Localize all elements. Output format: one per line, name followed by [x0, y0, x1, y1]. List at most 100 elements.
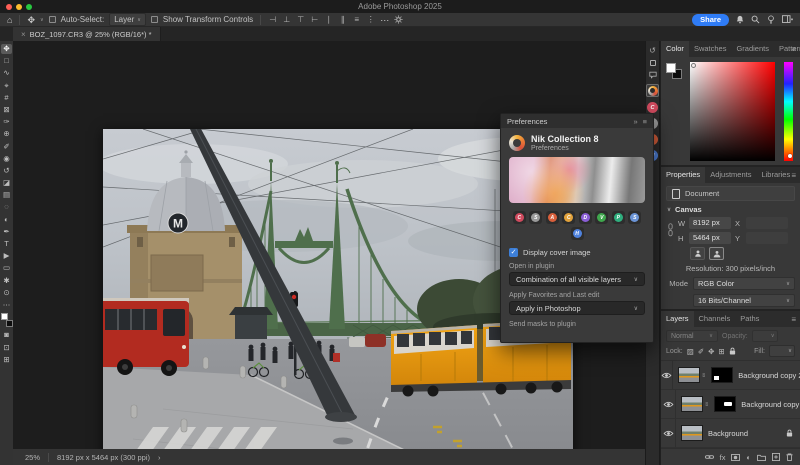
minimize-window-button[interactable] — [16, 4, 22, 10]
lock-artboard-icon[interactable]: ⊞ — [718, 347, 724, 356]
blend-mode-dropdown[interactable]: Normal ∨ — [666, 330, 718, 342]
silver-efex-icon[interactable]: S — [529, 211, 542, 224]
y-field[interactable] — [746, 232, 788, 244]
clone-stamp-tool[interactable]: ◉ — [1, 154, 12, 164]
layer-mask-thumbnail[interactable] — [711, 367, 733, 383]
align-right-icon[interactable]: ⊢ — [310, 15, 319, 24]
x-field[interactable] — [746, 217, 788, 229]
spot-healing-tool[interactable]: ⊕ — [1, 129, 12, 139]
distribute-horizontal-icon[interactable]: ∥ — [338, 15, 347, 24]
pen-tool[interactable]: ✒ — [1, 227, 12, 237]
close-icon[interactable]: × — [21, 30, 26, 39]
gradient-tool[interactable]: ▤ — [1, 190, 12, 200]
close-window-button[interactable] — [6, 4, 12, 10]
foreground-color-swatch[interactable] — [1, 313, 8, 320]
mask-link-icon[interactable]: ∞ — [703, 402, 709, 406]
panel-menu-icon[interactable]: ≡ — [791, 45, 796, 54]
lock-position-icon[interactable]: ✥ — [708, 347, 714, 356]
layer-name[interactable]: Background copy 2 — [738, 371, 800, 380]
distribute-vertical-icon[interactable]: ∣ — [324, 15, 333, 24]
eraser-tool[interactable]: ◪ — [1, 178, 12, 188]
object-selection-tool[interactable]: ⌖ — [1, 81, 12, 91]
bit-depth-dropdown[interactable]: 16 Bits/Channel ∨ — [693, 294, 795, 307]
auto-select-checkbox[interactable] — [49, 16, 56, 23]
color-mode-dropdown[interactable]: RGB Color ∨ — [693, 277, 795, 290]
tab-color[interactable]: Color — [661, 41, 689, 57]
notifications-bell-icon[interactable] — [736, 15, 744, 24]
libraries-icon[interactable] — [650, 60, 656, 66]
link-layers-icon[interactable] — [705, 454, 714, 460]
layer-thumbnail[interactable] — [681, 425, 703, 441]
panel-menu-icon[interactable]: ≡ — [791, 171, 796, 180]
sharpener-icon[interactable]: S — [628, 211, 641, 224]
zoom-level-field[interactable]: 25% — [25, 453, 40, 462]
color-picker-marker[interactable] — [691, 63, 696, 68]
color-panel-swatches[interactable] — [666, 63, 682, 79]
layer-effects-icon[interactable]: fx — [720, 453, 726, 462]
dfine-icon[interactable]: D — [579, 211, 592, 224]
blur-tool[interactable]: ◌ — [1, 202, 12, 212]
foreground-background-swatches[interactable] — [1, 313, 13, 327]
discover-lightbulb-icon[interactable] — [767, 15, 775, 24]
display-cover-checkbox[interactable]: ✓ — [509, 248, 518, 257]
share-button[interactable]: Share — [692, 14, 729, 26]
search-icon[interactable] — [751, 15, 760, 24]
more-tools-icon[interactable]: ⋯ — [1, 300, 12, 310]
history-brush-tool[interactable]: ↺ — [1, 166, 12, 176]
status-chevron-icon[interactable]: › — [158, 453, 161, 462]
history-icon[interactable]: ↺ — [649, 46, 656, 55]
hue-slider-handle[interactable] — [788, 154, 792, 158]
layer-row-background-copy[interactable]: ∞ Background copy — [661, 390, 800, 419]
saturation-brightness-picker[interactable] — [690, 62, 775, 161]
lock-all-icon[interactable] — [729, 347, 736, 355]
tab-swatches[interactable]: Swatches — [689, 41, 732, 57]
panel-menu-icon[interactable]: ≡ — [791, 315, 796, 324]
hdr-efex-icon[interactable]: H — [571, 227, 584, 240]
tab-libraries[interactable]: Libraries — [756, 167, 795, 183]
panel-menu-icon[interactable]: ≡ — [643, 117, 647, 126]
crop-tool[interactable]: # — [1, 93, 12, 103]
gear-icon[interactable] — [394, 15, 403, 24]
nik-collection-launcher-icon[interactable] — [646, 84, 659, 97]
move-tool-icon[interactable]: ✥ — [27, 14, 35, 26]
zoom-tool[interactable]: ⊙ — [1, 288, 12, 298]
landscape-orientation-button[interactable] — [709, 247, 724, 260]
type-tool[interactable]: T — [1, 239, 12, 249]
comments-icon[interactable] — [649, 71, 657, 79]
tab-layers[interactable]: Layers — [661, 311, 694, 327]
screen-mode-button[interactable]: ⊡ — [1, 343, 12, 353]
auto-select-dropdown[interactable]: Layer∨ — [109, 13, 146, 26]
move-tool[interactable]: ✥ — [1, 44, 12, 54]
home-icon[interactable]: ⌂ — [7, 14, 12, 26]
chevron-down-icon[interactable]: ∨ — [40, 17, 44, 23]
frame-tool[interactable]: ⊠ — [1, 105, 12, 115]
height-field[interactable]: 5464 px — [689, 232, 731, 244]
brush-tool[interactable]: ✐ — [1, 142, 12, 152]
analog-efex-icon[interactable]: A — [546, 211, 559, 224]
align-top-icon[interactable]: ⊤ — [296, 15, 305, 24]
new-group-icon[interactable] — [757, 454, 766, 461]
lock-pixels-icon[interactable]: ✐ — [698, 347, 704, 356]
align-bottom-icon[interactable]: ⊥ — [282, 15, 291, 24]
nik-panel-tab[interactable]: Preferences — [507, 117, 547, 126]
dodge-tool[interactable]: ◐ — [1, 215, 12, 225]
lock-transparency-icon[interactable]: ▨ — [687, 347, 694, 356]
tab-properties[interactable]: Properties — [661, 167, 705, 183]
marquee-tool[interactable]: □ — [1, 56, 12, 66]
new-layer-icon[interactable] — [772, 453, 780, 461]
path-selection-tool[interactable]: ▶ — [1, 251, 12, 261]
layer-row-background[interactable]: Background — [661, 419, 800, 448]
layer-thumbnail[interactable] — [681, 396, 703, 412]
visibility-toggle[interactable] — [661, 390, 676, 418]
lasso-tool[interactable]: ∿ — [1, 68, 12, 78]
document-type-row[interactable]: Document — [666, 186, 795, 201]
workspace-switcher-icon[interactable] — [782, 15, 793, 24]
foreground-color-swatch[interactable] — [666, 63, 676, 73]
visibility-toggle[interactable] — [661, 361, 673, 389]
background-color-swatch[interactable] — [6, 320, 13, 327]
hand-tool[interactable]: ✱ — [1, 276, 12, 286]
link-dimensions-icon[interactable] — [668, 221, 673, 239]
color-efex-pro-icon[interactable]: C — [562, 211, 575, 224]
opacity-field[interactable]: ∨ — [752, 330, 778, 342]
viveza-icon[interactable]: V — [595, 211, 608, 224]
